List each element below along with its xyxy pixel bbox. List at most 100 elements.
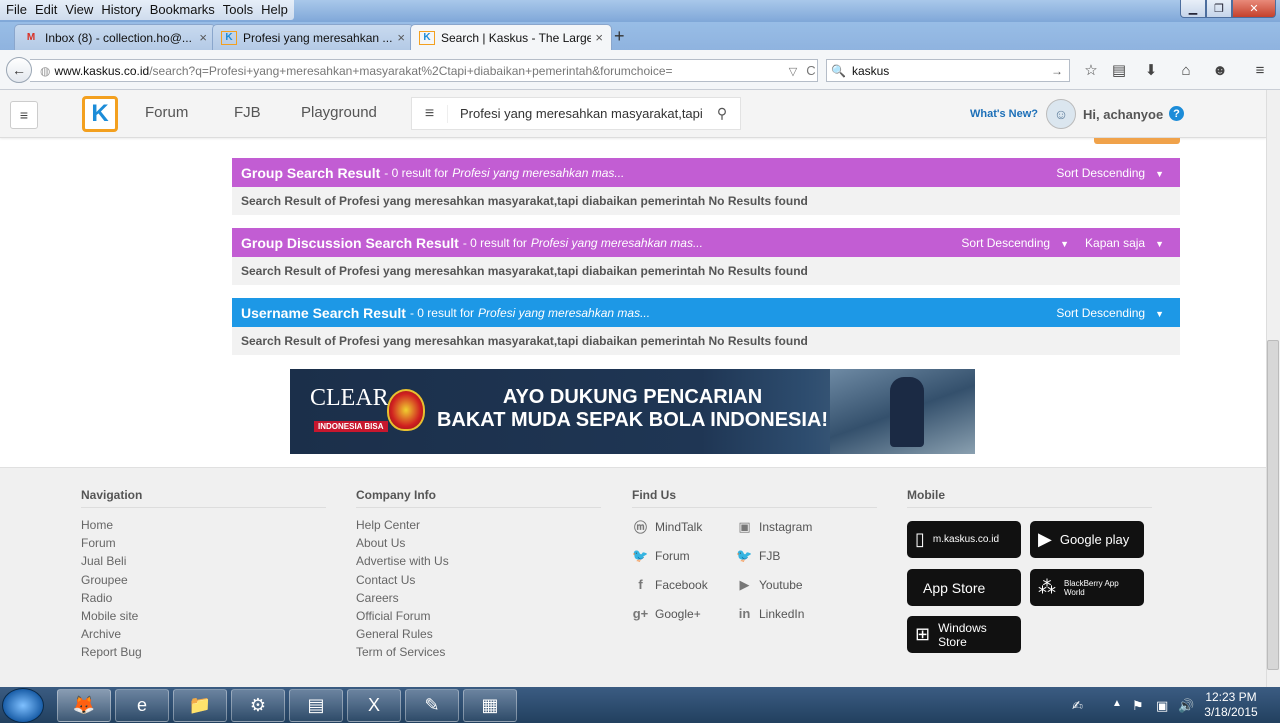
blackberry-badge[interactable]: ⁂ BlackBerry App World — [1030, 569, 1144, 606]
social-youtube[interactable]: ▶ Youtube — [736, 570, 876, 599]
home-icon[interactable]: ⌂ — [1177, 61, 1195, 79]
social-twitter-forum[interactable]: 🐦 Forum — [632, 541, 732, 570]
footer-find-us: Find Us ⓜ MindTalk 🐦 Forum f Facebook g+ Goo… — [632, 488, 877, 628]
footer-link-general-rules[interactable]: General Rules — [356, 625, 601, 643]
chat-icon[interactable]: ☻ — [1211, 61, 1229, 79]
user-greeting[interactable]: Hi, achanyoe — [1083, 107, 1163, 122]
menu-help[interactable]: Help — [257, 0, 292, 20]
url-path: /search?q=Profesi+yang+meresahkan+masyar… — [149, 63, 673, 78]
google-play-badge[interactable]: ▶ Google play — [1030, 521, 1144, 558]
nav-forum[interactable]: Forum — [145, 104, 188, 121]
footer-link-mobile-site[interactable]: Mobile site — [81, 607, 326, 625]
url-bar[interactable]: ◍ www.kaskus.co.id/search?q=Profesi+yang… — [30, 59, 818, 82]
mobile-site-badge[interactable]: ▯ m.kaskus.co.id — [907, 521, 1021, 558]
footer-link-radio[interactable]: Radio — [81, 589, 326, 607]
social-twitter-fjb[interactable]: 🐦 FJB — [736, 541, 876, 570]
app-store-badge[interactable]: App Store — [907, 569, 1021, 606]
settings-taskbar-icon[interactable]: ⚙ — [231, 689, 285, 722]
tab-search-kaskus[interactable]: K Search | Kaskus - The Large... × — [410, 24, 612, 50]
tab-inbox[interactable]: M Inbox (8) - collection.ho@... × — [14, 24, 216, 50]
tools-taskbar-icon[interactable]: ✎ — [405, 689, 459, 722]
sort-label: Sort Descending — [1056, 165, 1146, 180]
phone-icon: ▯ — [915, 529, 925, 549]
footer-link-report-bug[interactable]: Report Bug — [81, 643, 326, 661]
footer-link-home[interactable]: Home — [81, 516, 326, 534]
taskbar-clock[interactable]: 12:23 PM 3/18/2015 — [1200, 690, 1262, 720]
firefox-taskbar-icon[interactable]: 🦊 — [57, 689, 111, 722]
sort-dropdown[interactable]: Sort Descending ▼ — [961, 236, 1085, 250]
whats-new-link[interactable]: What's New? — [970, 108, 1038, 120]
reload-icon[interactable]: C — [802, 61, 820, 79]
footer-link-advertise[interactable]: Advertise with Us — [356, 552, 601, 570]
start-button[interactable] — [2, 688, 44, 723]
show-hidden-icons-icon[interactable]: ▲ — [1112, 698, 1122, 709]
scrollbar-thumb[interactable] — [1267, 340, 1279, 670]
download-icon[interactable]: ⬇ — [1142, 61, 1160, 79]
footer-link-careers[interactable]: Careers — [356, 589, 601, 607]
pen-tray-icon[interactable]: ✍ — [1072, 698, 1083, 714]
close-window-button[interactable]: ✕ — [1232, 0, 1276, 18]
menu-tools[interactable]: Tools — [219, 0, 257, 20]
file-explorer-taskbar-icon[interactable]: 📁 — [173, 689, 227, 722]
clock-time: 12:23 PM — [1205, 690, 1257, 704]
tab-profesi[interactable]: K Profesi yang meresahkan ... × — [212, 24, 414, 50]
nav-playground[interactable]: Playground — [301, 104, 377, 121]
tab-title: Profesi yang meresahkan ... — [243, 30, 393, 45]
sort-dropdown[interactable]: Sort Descending ▼ — [1056, 166, 1180, 180]
footer-link-help-center[interactable]: Help Center — [356, 516, 601, 534]
menu-edit[interactable]: Edit — [31, 0, 61, 20]
social-instagram[interactable]: ▣ Instagram — [736, 512, 876, 541]
volume-tray-icon[interactable]: 🔊 — [1178, 698, 1194, 714]
avatar[interactable]: ☺ — [1046, 99, 1076, 129]
footer-link-terms[interactable]: Term of Services — [356, 643, 601, 661]
social-googleplus[interactable]: g+ Google+ — [632, 599, 732, 628]
social-facebook[interactable]: f Facebook — [632, 570, 732, 599]
search-icon[interactable]: ⚲ — [704, 105, 740, 122]
back-button[interactable]: ← — [6, 57, 32, 83]
control-panel-taskbar-icon[interactable]: ▦ — [463, 689, 517, 722]
dropdown-arrow-icon[interactable]: ▽ — [784, 62, 802, 80]
ad-banner[interactable]: CLEAR INDONESIA BISA AYO DUKUNG PENCARIA… — [290, 369, 975, 454]
social-mindtalk[interactable]: ⓜ MindTalk — [632, 512, 732, 541]
footer-link-jual-beli[interactable]: Jual Beli — [81, 552, 326, 570]
search-filter-icon[interactable]: ≡ — [412, 104, 448, 123]
menu-file[interactable]: File — [2, 0, 31, 20]
network-tray-icon[interactable]: ▣ — [1156, 698, 1168, 714]
nav-fjb[interactable]: FJB — [234, 104, 261, 121]
windows-store-badge[interactable]: ⊞ Windows Store — [907, 616, 1021, 653]
social-linkedin[interactable]: in LinkedIn — [736, 599, 876, 628]
orange-tab-edge — [1094, 138, 1180, 144]
flag-tray-icon[interactable]: ⚑ — [1132, 698, 1144, 714]
archive-taskbar-icon[interactable]: ▤ — [289, 689, 343, 722]
maximize-button[interactable]: ❐ — [1206, 0, 1232, 18]
bookmark-star-icon[interactable]: ☆ — [1082, 61, 1100, 79]
kaskus-logo[interactable]: K — [82, 96, 118, 132]
close-tab-icon[interactable]: × — [595, 30, 603, 45]
youtube-icon: ▶ — [739, 576, 750, 592]
hamburger-menu-icon[interactable]: ≡ — [1251, 61, 1269, 79]
footer-link-about-us[interactable]: About Us — [356, 534, 601, 552]
site-search-input[interactable]: Profesi yang meresahkan masyarakat,tapi … — [448, 106, 704, 121]
time-filter-dropdown[interactable]: Kapan saja ▼ — [1085, 236, 1180, 250]
help-icon[interactable]: ? — [1169, 106, 1184, 121]
mindtalk-icon: ⓜ — [633, 520, 647, 535]
minimize-button[interactable]: ▁ — [1180, 0, 1206, 18]
excel-taskbar-icon[interactable]: X — [347, 689, 401, 722]
site-menu-button[interactable]: ≡ — [10, 101, 38, 129]
sort-dropdown[interactable]: Sort Descending ▼ — [1056, 306, 1180, 320]
footer-link-archive[interactable]: Archive — [81, 625, 326, 643]
footer-link-contact-us[interactable]: Contact Us — [356, 571, 601, 589]
close-tab-icon[interactable]: × — [397, 30, 405, 45]
footer-link-forum[interactable]: Forum — [81, 534, 326, 552]
menu-history[interactable]: History — [97, 0, 145, 20]
go-arrow-icon[interactable]: → — [1051, 64, 1063, 78]
footer-link-official-forum[interactable]: Official Forum — [356, 607, 601, 625]
footer-link-groupee[interactable]: Groupee — [81, 571, 326, 589]
reading-list-icon[interactable]: ▤ — [1110, 61, 1128, 79]
browser-search-input[interactable]: 🔍 kaskus → — [826, 59, 1070, 82]
menu-bookmarks[interactable]: Bookmarks — [146, 0, 219, 20]
close-tab-icon[interactable]: × — [199, 30, 207, 45]
menu-view[interactable]: View — [61, 0, 97, 20]
new-tab-button[interactable]: + — [614, 27, 625, 45]
internet-explorer-taskbar-icon[interactable]: e — [115, 689, 169, 722]
